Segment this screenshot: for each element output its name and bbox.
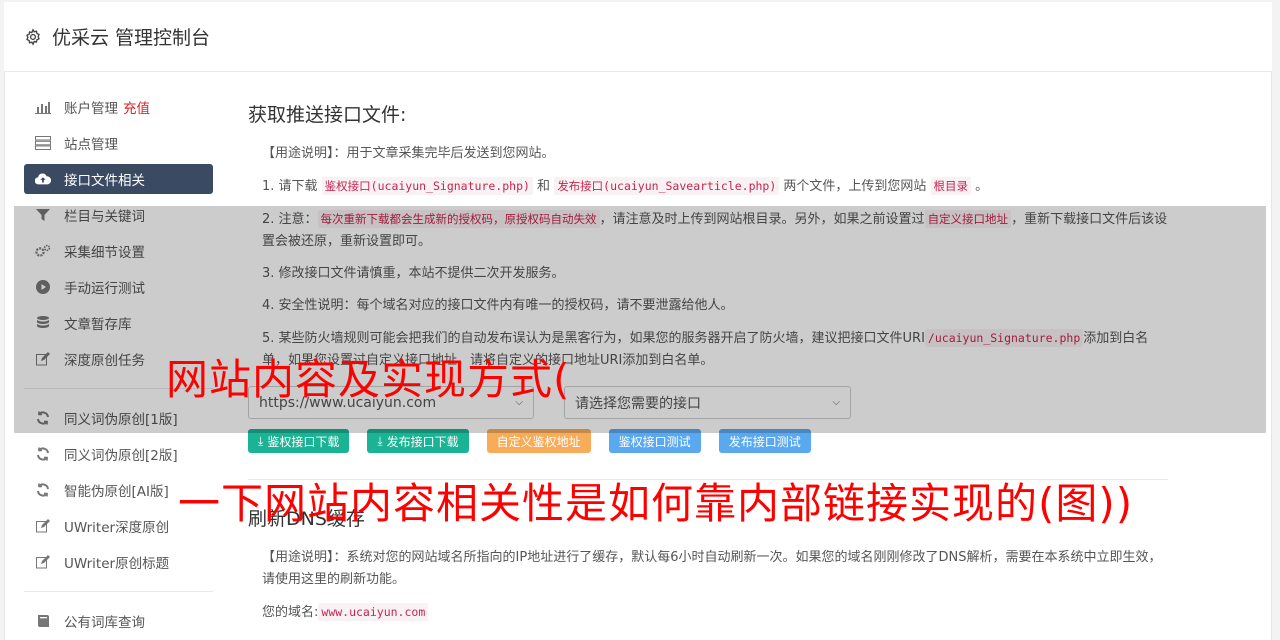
usage-label: 【用途说明】 (262, 146, 334, 161)
domain-label: 您的域名: (262, 605, 319, 620)
auth-file-code: 鉴权接口(ucaiyun_Signature.php) (321, 177, 533, 195)
step-text: 和 (532, 179, 555, 194)
button-label: 鉴权接口下载 (267, 434, 340, 449)
usage-text: ：系统对您的网站域名所指向的IP地址进行了缓存，默认每6小时自动刷新一次。如果您… (262, 550, 1162, 587)
recharge-link[interactable]: 充值 (123, 97, 150, 117)
step-1: 1. 请下载 鉴权接口(ucaiyun_Signature.php) 和 发布接… (262, 175, 1168, 198)
button-label: 自定义鉴权地址 (496, 434, 581, 449)
domain-line: 您的域名: www.ucaiyun.com (262, 601, 1168, 624)
app-title: 优采云 管理控制台 (52, 27, 211, 49)
step-text: 两个文件，上传到您网站 (779, 179, 931, 194)
sidebar-item-label: 公有词库查询 (64, 615, 145, 631)
watermark-line-2: 一下网站内容相关性是如何靠内部链接实现的(图)) (178, 479, 1134, 528)
domain-value: www.ucaiyun.com (318, 603, 429, 621)
button-label: 发布接口测试 (728, 434, 801, 449)
step-text: 1. 请下载 (262, 179, 322, 194)
refresh-icon (35, 446, 51, 462)
section-title-push-interface: 获取推送接口文件: (248, 104, 407, 126)
usage-label: 【用途说明】 (262, 550, 334, 565)
refresh-icon (35, 482, 51, 498)
sidebar-item-interface-files[interactable]: 接口文件相关 (24, 164, 213, 194)
sidebar-item-label: UWriter深度原创 (64, 520, 170, 536)
download-icon: ⤓ (377, 433, 383, 448)
bar-chart-icon (35, 99, 51, 115)
edit-icon (35, 554, 51, 570)
button-label: 发布接口下载 (386, 434, 459, 449)
sidebar-item-uwriter-title[interactable]: UWriter原创标题 (24, 547, 213, 577)
button-label: 鉴权接口测试 (618, 434, 691, 449)
publish-file-code: 发布接口(ucaiyun_Savearticle.php) (554, 177, 780, 195)
sidebar-item-label: 站点管理 (64, 137, 118, 153)
root-dir-code: 根目录 (930, 177, 972, 195)
sidebar-item-label: 智能伪原创[AI版] (64, 484, 169, 500)
app-header: 优采云 管理控制台 (4, 2, 1272, 72)
server-icon (35, 135, 51, 151)
sidebar-item-public-lexicon[interactable]: 公有词库查询 (24, 606, 213, 636)
sidebar-item-label: 账户管理 (64, 101, 118, 117)
sidebar-item-synonym-v2[interactable]: 同义词伪原创[2版] (24, 439, 213, 469)
sidebar-item-label: 接口文件相关 (64, 173, 145, 189)
step-text: 。 (971, 179, 989, 194)
book-icon (35, 613, 51, 629)
edit-icon (35, 518, 51, 534)
gear-icon[interactable] (24, 27, 42, 46)
cloud-upload-icon (35, 171, 51, 187)
sidebar-divider (24, 591, 213, 592)
usage-note: 【用途说明】：用于文章采集完毕后发送到您网站。 (262, 143, 1168, 165)
watermark-line-1: 网站内容及实现方式( (166, 355, 571, 404)
dns-usage-note: 【用途说明】：系统对您的网站域名所指向的IP地址进行了缓存，默认每6小时自动刷新… (262, 547, 1168, 591)
sidebar-item-label: 同义词伪原创[2版] (64, 448, 178, 464)
sidebar-item-label: UWriter原创标题 (64, 556, 170, 572)
sidebar-item-account[interactable]: 账户管理 充值 (24, 92, 213, 122)
sidebar-item-sites[interactable]: 站点管理 (24, 128, 213, 158)
download-icon: ⤓ (258, 433, 264, 448)
usage-text: ：用于文章采集完毕后发送到您网站。 (333, 146, 555, 161)
